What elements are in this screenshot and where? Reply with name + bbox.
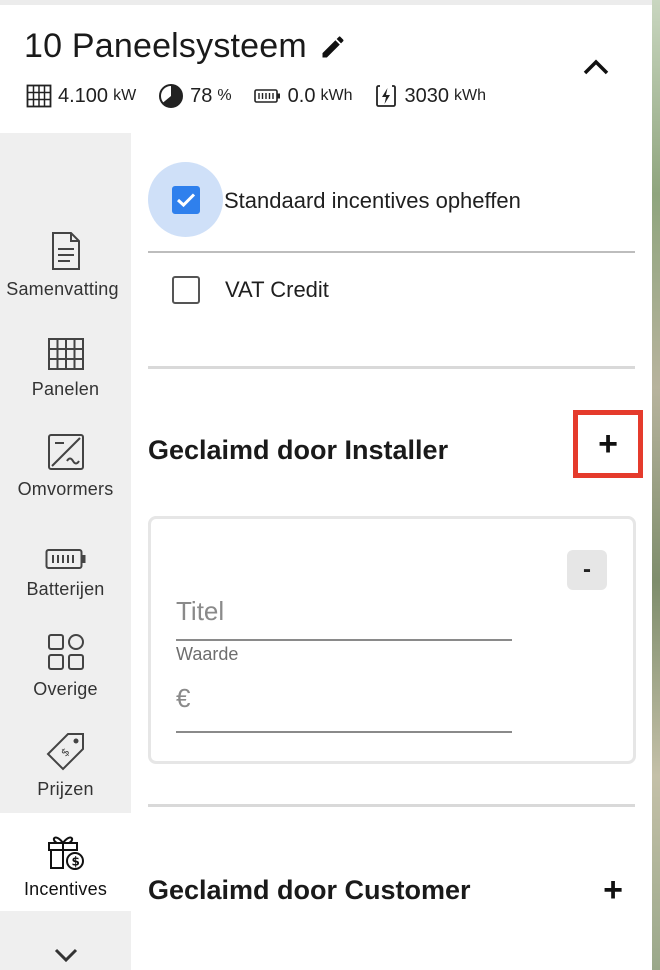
- stat-battery: 0.0 kWh: [253, 84, 353, 108]
- inverter-icon: [47, 427, 85, 471]
- sidebar-item-label: Overige: [33, 679, 98, 699]
- installer-section-title: Geclaimd door Installer: [148, 435, 449, 465]
- divider: [148, 366, 635, 369]
- add-customer-incentive-button[interactable]: +: [578, 856, 648, 924]
- panel-grid-icon: [26, 84, 52, 108]
- sidebar-item-prijzen[interactable]: $ Prijzen: [0, 727, 131, 827]
- energy-bolt-icon: [376, 85, 397, 107]
- stat-production-value: 3030: [404, 84, 449, 107]
- sidebar-item-label: Incentives: [23, 879, 108, 899]
- gift-dollar-icon: $: [46, 827, 86, 871]
- battery-icon: [253, 89, 280, 103]
- sidebar-item-label: Batterijen: [26, 579, 105, 599]
- add-installer-incentive-button[interactable]: +: [573, 410, 643, 478]
- sidebar-item-panelen[interactable]: Panelen: [0, 327, 131, 427]
- system-stats: 4.100 kW 78% 0.0 kWh 3030 kWh: [26, 83, 508, 109]
- incentive-value-field[interactable]: [176, 683, 512, 733]
- chevron-down-icon: [54, 948, 77, 962]
- widgets-icon: [47, 627, 85, 671]
- incentives-panel: Standaard incentives opheffen VAT Credit…: [131, 133, 652, 970]
- divider: [148, 804, 635, 807]
- stat-offset: 78%: [158, 83, 232, 109]
- system-header: 10 Paneelsysteem 4.100 kW 78% 0.0 kWh 3030…: [0, 5, 652, 133]
- vat-credit-checkbox[interactable]: [172, 276, 200, 304]
- stat-production: 3030 kWh: [374, 83, 486, 109]
- pencil-icon[interactable]: [319, 33, 347, 61]
- panel-grid-icon: [47, 327, 85, 371]
- battery-icon: [45, 527, 87, 571]
- stat-offset-unit: %: [217, 87, 232, 104]
- divider: [148, 251, 635, 253]
- page-title: 10 Paneelsysteem: [24, 27, 307, 65]
- chevron-up-icon: [583, 59, 609, 75]
- stat-offset-value: 78: [190, 84, 213, 107]
- percentage-pie-icon: [159, 84, 184, 108]
- override-label: Standaard incentives opheffen: [224, 188, 521, 213]
- stat-power-unit: kW: [113, 87, 137, 104]
- remove-incentive-button[interactable]: -: [567, 550, 607, 590]
- sidebar-item-label: Omvormers: [17, 479, 114, 499]
- sidebar-item-omvormers[interactable]: Omvormers: [0, 427, 131, 527]
- price-tag-icon: $: [46, 727, 86, 771]
- stat-production-unit: kWh: [453, 87, 486, 104]
- svg-text:$: $: [71, 855, 79, 869]
- svg-text:$: $: [58, 745, 72, 759]
- stat-battery-value: 0.0: [287, 84, 316, 107]
- collapse-button[interactable]: [580, 51, 612, 83]
- stat-power: 4.100 kW: [26, 84, 136, 108]
- document-icon: [50, 227, 82, 271]
- override-checkbox[interactable]: [171, 185, 200, 214]
- sidebar-item-overige[interactable]: Overige: [0, 627, 131, 727]
- installer-incentive-card: - Waarde: [148, 516, 636, 764]
- sidebar-item-label: Samenvatting: [6, 279, 119, 299]
- incentive-value-input[interactable]: [176, 683, 512, 714]
- customer-section-title: Geclaimd door Customer: [148, 875, 471, 905]
- stat-battery-unit: kWh: [320, 87, 353, 104]
- sidebar-item-batterijen[interactable]: Batterijen: [0, 527, 131, 627]
- background-edge: [652, 0, 660, 970]
- sidebar-item-label: Prijzen: [37, 779, 94, 799]
- override-checkbox-ripple[interactable]: [148, 162, 223, 237]
- check-icon: [176, 192, 195, 207]
- sidebar-item-label: Panelen: [31, 379, 100, 399]
- vat-credit-label: VAT Credit: [225, 277, 329, 302]
- sidebar-item-incentives[interactable]: $ Incentives: [0, 813, 131, 911]
- sidebar: Samenvatting Panelen Omvormers Batterije…: [0, 133, 131, 970]
- value-caption: Waarde: [176, 644, 239, 664]
- stat-power-value: 4.100: [58, 84, 109, 107]
- sidebar-scroll-more[interactable]: [0, 948, 131, 970]
- title-row: 10 Paneelsysteem: [24, 27, 347, 66]
- incentive-title-field[interactable]: [176, 596, 512, 641]
- sidebar-item-samenvatting[interactable]: Samenvatting: [0, 227, 131, 327]
- incentive-title-input[interactable]: [176, 596, 512, 627]
